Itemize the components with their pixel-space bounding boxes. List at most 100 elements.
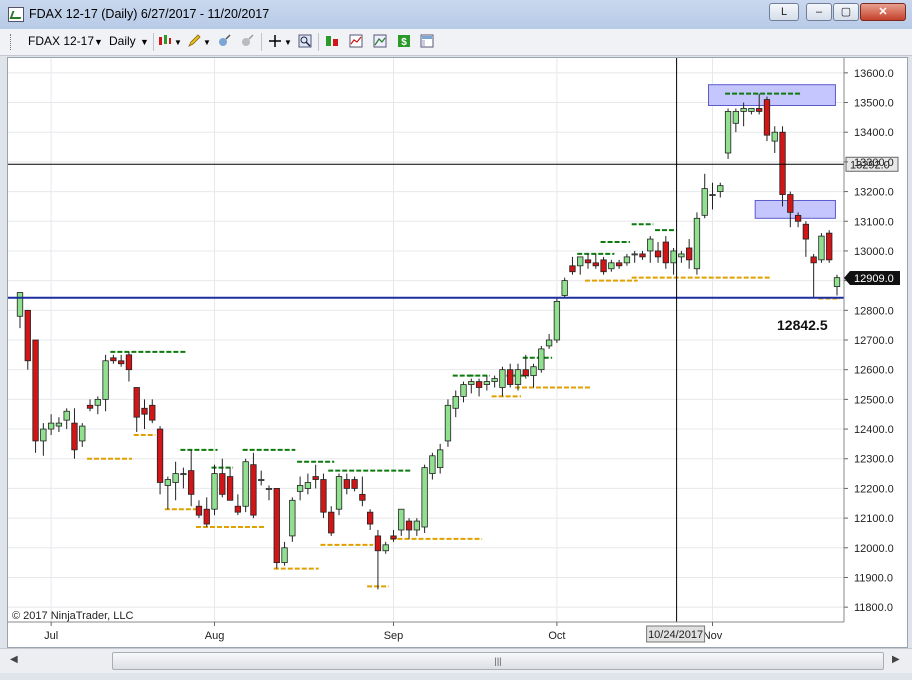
- candle-down: [133, 387, 140, 418]
- candle-down: [312, 476, 319, 480]
- candle-up: [164, 479, 171, 486]
- x-tick-label: Aug: [205, 630, 225, 642]
- minimize-button[interactable]: –: [806, 3, 832, 21]
- candle-down: [195, 505, 203, 516]
- candle-up: [429, 455, 436, 474]
- candle-up: [242, 461, 249, 507]
- candle-down: [794, 214, 802, 222]
- candle-down: [110, 357, 117, 362]
- toolbar-grip: [10, 34, 14, 50]
- candle-up: [258, 479, 265, 481]
- candle-down: [522, 369, 529, 377]
- toolbar-separator: [153, 33, 154, 51]
- candle-down: [71, 422, 78, 451]
- y-tick-label: 13500.0: [854, 98, 894, 110]
- candle-down: [584, 259, 592, 264]
- candle-up: [180, 473, 187, 475]
- indicators-icon[interactable]: [349, 34, 363, 48]
- scroll-right-icon[interactable]: ▶: [892, 654, 900, 665]
- candle-up: [623, 256, 631, 264]
- candle-down: [24, 309, 31, 362]
- candle-up: [483, 381, 491, 385]
- candle-down: [343, 479, 350, 489]
- date-axis: Jul Aug Sep Oct Nov10/24/2017: [8, 621, 844, 643]
- candle-up: [304, 482, 312, 489]
- candle-down: [639, 253, 646, 258]
- data-box-icon[interactable]: [420, 34, 434, 48]
- y-tick-label: 12800.0: [854, 305, 894, 317]
- candle-up: [211, 473, 218, 510]
- crosshair-icon[interactable]: [268, 34, 282, 48]
- scroll-left-icon[interactable]: ◀: [10, 654, 18, 665]
- drawing-dropdown-icon[interactable]: ▼: [203, 38, 211, 47]
- candle-up: [289, 499, 296, 537]
- candle-up: [530, 366, 537, 377]
- candle-up: [545, 339, 553, 347]
- candle-down: [763, 99, 771, 136]
- bar-type-icon[interactable]: [158, 34, 172, 48]
- candle-up: [281, 547, 288, 564]
- window-title: FDAX 12-17 (Daily) 6/27/2017 - 11/20/201…: [29, 7, 270, 21]
- candle-up: [172, 473, 179, 483]
- properties-icon[interactable]: [373, 34, 387, 48]
- supply-zone: [708, 84, 836, 106]
- candle-down: [125, 354, 133, 371]
- y-tick-label: 13200.0: [854, 187, 894, 199]
- candle-down: [600, 259, 607, 273]
- crosshair-dropdown-icon[interactable]: ▼: [284, 38, 292, 47]
- candle-down: [662, 241, 669, 264]
- y-tick-label: 11900.0: [854, 572, 893, 584]
- candle-down: [149, 404, 156, 421]
- candle-up: [335, 476, 343, 510]
- chart-trader-icon[interactable]: $: [397, 34, 411, 48]
- candle-down: [390, 535, 397, 540]
- candle-up: [514, 369, 522, 385]
- candle-up: [553, 301, 561, 341]
- toolbar-separator: [261, 33, 262, 51]
- candle-up: [296, 485, 304, 492]
- candle-down: [779, 131, 786, 195]
- strategy-icon[interactable]: [325, 34, 339, 48]
- candle-up: [102, 360, 109, 400]
- candle-down: [359, 493, 366, 501]
- drawing-pencil-icon[interactable]: [187, 34, 201, 48]
- zoom-icon[interactable]: [298, 34, 312, 48]
- candle-up: [40, 428, 47, 442]
- instrument-selector[interactable]: FDAX 12-17: [28, 34, 94, 48]
- candle-up: [724, 111, 732, 154]
- y-tick-label: 13400.0: [854, 127, 894, 139]
- candle-up: [538, 348, 545, 371]
- candle-down: [118, 360, 125, 365]
- scroll-thumb[interactable]: |||: [112, 652, 884, 670]
- candle-up: [452, 395, 459, 409]
- pointer-icon[interactable]: [240, 34, 254, 48]
- candle-down: [405, 520, 413, 531]
- candle-up: [47, 422, 55, 430]
- instrument-dropdown-icon[interactable]: ▼: [94, 37, 103, 47]
- candle-down: [273, 488, 280, 564]
- y-tick-label: 13100.0: [854, 216, 894, 228]
- price-chart[interactable]: 13292.0 11800.011900.012000.012100.01220…: [8, 58, 907, 647]
- candle-down: [250, 464, 257, 516]
- chart-panel[interactable]: 13292.0 11800.0 11900.0 12000.0 12100.0 1220…: [7, 57, 908, 648]
- candle-up: [79, 425, 86, 442]
- candle-up: [608, 262, 615, 270]
- period-dropdown-icon[interactable]: ▼: [140, 37, 149, 47]
- candle-up: [561, 280, 568, 296]
- candle-down: [686, 247, 693, 261]
- candle-up: [468, 381, 475, 385]
- candle-up: [444, 404, 452, 442]
- language-button[interactable]: L: [769, 3, 799, 21]
- y-tick-label: 13000.0: [854, 246, 894, 258]
- horizontal-scrollbar[interactable]: ◀ ||| ▶: [0, 648, 912, 673]
- period-selector[interactable]: Daily: [109, 34, 136, 48]
- maximize-button[interactable]: ▢: [833, 3, 859, 21]
- close-button[interactable]: ✕: [860, 3, 906, 21]
- candle-down: [328, 511, 335, 534]
- candle-series: [16, 93, 841, 590]
- y-tick-label: 12600.0: [854, 365, 894, 377]
- candle-up: [818, 235, 825, 261]
- candle-up: [63, 410, 70, 421]
- global-crosshair-icon[interactable]: [217, 34, 231, 48]
- bar-type-dropdown-icon[interactable]: ▼: [174, 38, 182, 47]
